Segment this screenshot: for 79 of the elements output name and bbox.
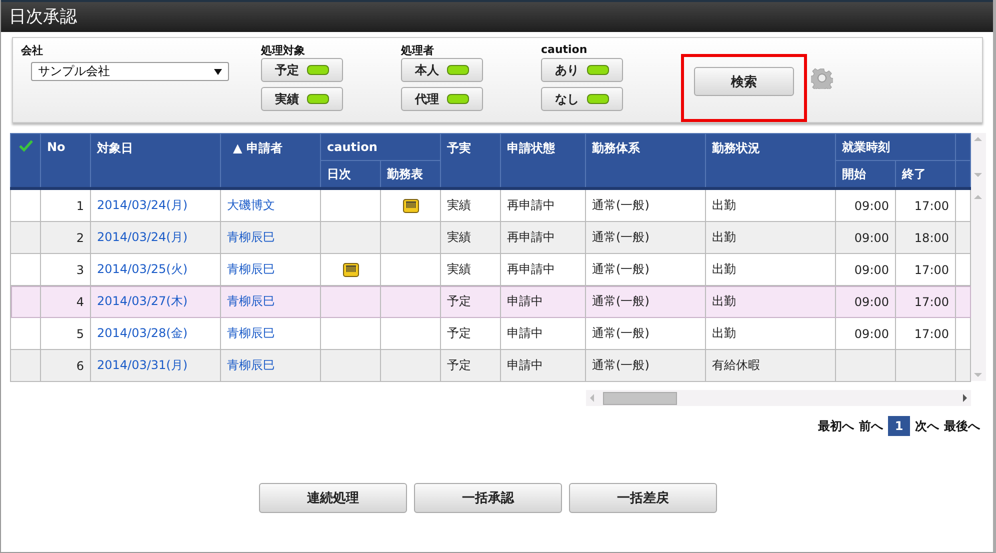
- company-dropdown[interactable]: サンプル会社: [31, 62, 229, 81]
- table-cell: 出勤: [712, 262, 736, 276]
- check-icon[interactable]: [18, 140, 32, 152]
- filter-label: 処理対象: [261, 43, 306, 57]
- table-cell: 09:00: [854, 294, 890, 308]
- caution-icon[interactable]: [342, 262, 358, 277]
- table-cell: 17:00: [914, 198, 950, 212]
- table-cell: 実績: [447, 262, 472, 276]
- filter-label: caution: [541, 43, 588, 57]
- action-button[interactable]: 一括承認: [414, 483, 562, 513]
- table-cell: 09:00: [854, 326, 890, 340]
- table-cell: 出勤: [712, 230, 736, 244]
- table-cell: 09:00: [854, 198, 890, 212]
- table-cell: 予定: [447, 294, 472, 308]
- table-cell: 6: [40, 350, 90, 382]
- table-cell: 4: [40, 286, 90, 318]
- column-header[interactable]: 開始: [836, 160, 896, 188]
- toggle-button[interactable]: 実績: [261, 87, 343, 111]
- action-button[interactable]: 一括差戻: [569, 483, 717, 513]
- table-cell: 申請中: [507, 294, 544, 308]
- table-cell: 17:00: [914, 294, 950, 308]
- table-cell: 3: [40, 254, 90, 286]
- table-cell: 09:00: [854, 262, 890, 276]
- table-cell: 出勤: [712, 198, 736, 212]
- table-cell: 予定: [447, 326, 472, 340]
- table-cell: 通常(一般): [592, 262, 650, 276]
- column-header[interactable]: 予実: [440, 134, 501, 188]
- column-header[interactable]: ▲ 申請者: [220, 134, 320, 188]
- column-header[interactable]: 勤務表: [380, 160, 441, 188]
- caution-icon[interactable]: [402, 198, 418, 213]
- column-header[interactable]: caution: [320, 134, 441, 160]
- table-cell: 出勤: [712, 294, 736, 308]
- table-cell: 再申請中: [507, 198, 556, 212]
- filter-label: 処理者: [401, 43, 435, 57]
- toggle-button[interactable]: 本人: [401, 58, 483, 82]
- column-header[interactable]: 対象日: [90, 134, 220, 188]
- column-header[interactable]: 就業時刻: [836, 134, 956, 160]
- vertical-scrollbar[interactable]: [971, 133, 986, 381]
- toggle-button[interactable]: 予定: [261, 58, 343, 82]
- caret-icon[interactable]: [214, 68, 222, 74]
- column-header[interactable]: 申請状態: [500, 134, 586, 188]
- first-page-link[interactable]: 最初へ: [818, 418, 854, 434]
- table-cell: 通常(一般): [592, 358, 650, 372]
- table-cell: 再申請中: [507, 262, 556, 276]
- toggle-button[interactable]: 代理: [401, 87, 483, 111]
- table-cell: 通常(一般): [592, 198, 650, 212]
- column-header[interactable]: 勤務体系: [586, 134, 706, 188]
- table-cell: 申請中: [507, 358, 544, 372]
- table-cell: 再申請中: [507, 230, 556, 244]
- table-cell: 2: [40, 222, 90, 254]
- action-button[interactable]: 連続処理: [259, 483, 407, 513]
- settings-icon[interactable]: [811, 67, 833, 89]
- table-cell: 出勤: [712, 326, 736, 340]
- table-cell: 実績: [447, 198, 472, 212]
- page-number[interactable]: 1: [888, 416, 910, 436]
- table-cell: 通常(一般): [592, 326, 650, 340]
- next-page-link[interactable]: 次へ: [915, 418, 939, 434]
- column-header[interactable]: 日次: [320, 160, 380, 188]
- horizontal-scrollbar[interactable]: [586, 390, 971, 406]
- table-cell: 申請中: [507, 326, 544, 340]
- company-label: 会社: [21, 43, 44, 57]
- table-cell: 17:00: [914, 326, 950, 340]
- last-page-link[interactable]: 最後へ: [944, 418, 980, 434]
- table-cell: 通常(一般): [592, 230, 650, 244]
- window-title: 日次承認: [1, 0, 993, 32]
- toggle-button[interactable]: なし: [541, 87, 623, 111]
- table-cell: 通常(一般): [592, 294, 650, 308]
- toggle-button[interactable]: あり: [541, 58, 623, 82]
- table-cell: 実績: [447, 230, 472, 244]
- table-cell: 予定: [447, 358, 472, 372]
- column-header[interactable]: No: [40, 134, 90, 188]
- search-button[interactable]: 検索: [694, 67, 794, 96]
- previous-page-link[interactable]: 前へ: [859, 418, 883, 434]
- table-cell: 18:00: [914, 230, 950, 244]
- table-cell: 17:00: [914, 262, 950, 276]
- table-cell: 有給休暇: [712, 358, 760, 372]
- table-cell: 09:00: [854, 230, 890, 244]
- column-header[interactable]: 勤務状況: [706, 134, 836, 188]
- column-header[interactable]: 終了: [896, 160, 956, 188]
